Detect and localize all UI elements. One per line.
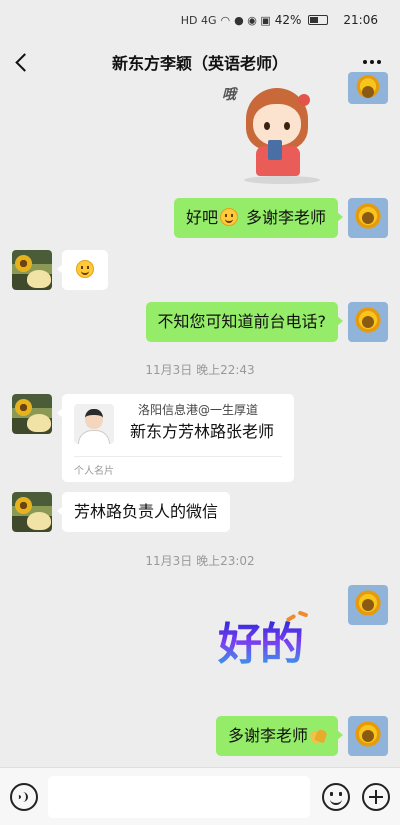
timestamp: 11月3日 晚上23:02 xyxy=(145,554,255,568)
plus-icon[interactable] xyxy=(362,783,390,811)
message-bubble-sent[interactable]: 不知您可知道前台电话? xyxy=(145,302,343,342)
sticker-caption: 哦 xyxy=(222,87,236,103)
card-type-label: 个人名片 xyxy=(74,466,114,477)
my-avatar[interactable] xyxy=(348,72,388,104)
my-avatar[interactable] xyxy=(348,198,388,238)
emoji-icon[interactable] xyxy=(322,783,350,811)
smile-emoji-icon xyxy=(76,260,94,278)
notification-icons: ● ◉ ▣ xyxy=(234,13,271,27)
message-text: 多谢李老师 xyxy=(245,208,326,227)
battery-percent: 42% xyxy=(274,13,302,27)
my-avatar[interactable] xyxy=(348,302,388,342)
contact-avatar[interactable] xyxy=(12,492,52,532)
card-avatar xyxy=(74,404,114,444)
back-arrow-icon[interactable] xyxy=(8,48,36,76)
message-input[interactable] xyxy=(48,776,310,818)
clap-emoji-icon xyxy=(310,729,326,743)
message-bubble-sent[interactable]: 多谢李老师 xyxy=(215,716,344,756)
sticker-ok[interactable]: 好的 xyxy=(218,608,338,670)
network-indicator: HD 4G xyxy=(180,13,217,27)
chat-header: 新东方李颖（英语老师） xyxy=(0,40,400,84)
status-bar: HD 4G ◠ ● ◉ ▣ 42% 21:06 xyxy=(0,0,400,40)
wifi-icon: ◠ xyxy=(220,13,231,27)
sparkle-icon xyxy=(297,610,309,618)
message-text: 好吧 xyxy=(185,208,218,227)
message-text: 多谢李老师 xyxy=(227,726,308,745)
contact-avatar[interactable] xyxy=(12,394,52,434)
chat-title: 新东方李颖（英语老师） xyxy=(111,54,288,73)
input-bar xyxy=(0,767,400,825)
message-text: 芳林路负责人的微信 xyxy=(74,502,219,521)
message-bubble-sent[interactable]: 好吧 多谢李老师 xyxy=(173,198,344,238)
message-bubble-received[interactable]: 芳林路负责人的微信 xyxy=(56,492,231,532)
contact-card[interactable]: 洛阳信息港@一生厚道 新东方芳林路张老师 个人名片 xyxy=(57,394,294,482)
message-text: 不知您可知道前台电话? xyxy=(157,312,327,331)
contact-avatar[interactable] xyxy=(12,250,52,290)
message-bubble-received[interactable] xyxy=(57,250,108,290)
timestamp: 11月3日 晚上22:43 xyxy=(145,363,255,377)
smile-emoji-icon xyxy=(219,208,238,226)
voice-icon[interactable] xyxy=(10,783,38,811)
card-divider xyxy=(74,456,282,457)
sticker-caption: 好的 xyxy=(218,619,304,670)
watermark-text: 洛阳信息港@一生厚道 xyxy=(138,403,259,417)
my-avatar[interactable] xyxy=(348,716,388,756)
my-avatar[interactable] xyxy=(348,585,388,625)
hair-clip-icon xyxy=(298,94,310,106)
cup-icon xyxy=(268,140,282,160)
clock: 21:06 xyxy=(343,13,378,27)
card-name: 新东方芳林路张老师 xyxy=(130,422,275,441)
sticker-girl-drinking[interactable]: 哦 xyxy=(222,84,326,188)
battery-icon xyxy=(308,15,329,25)
